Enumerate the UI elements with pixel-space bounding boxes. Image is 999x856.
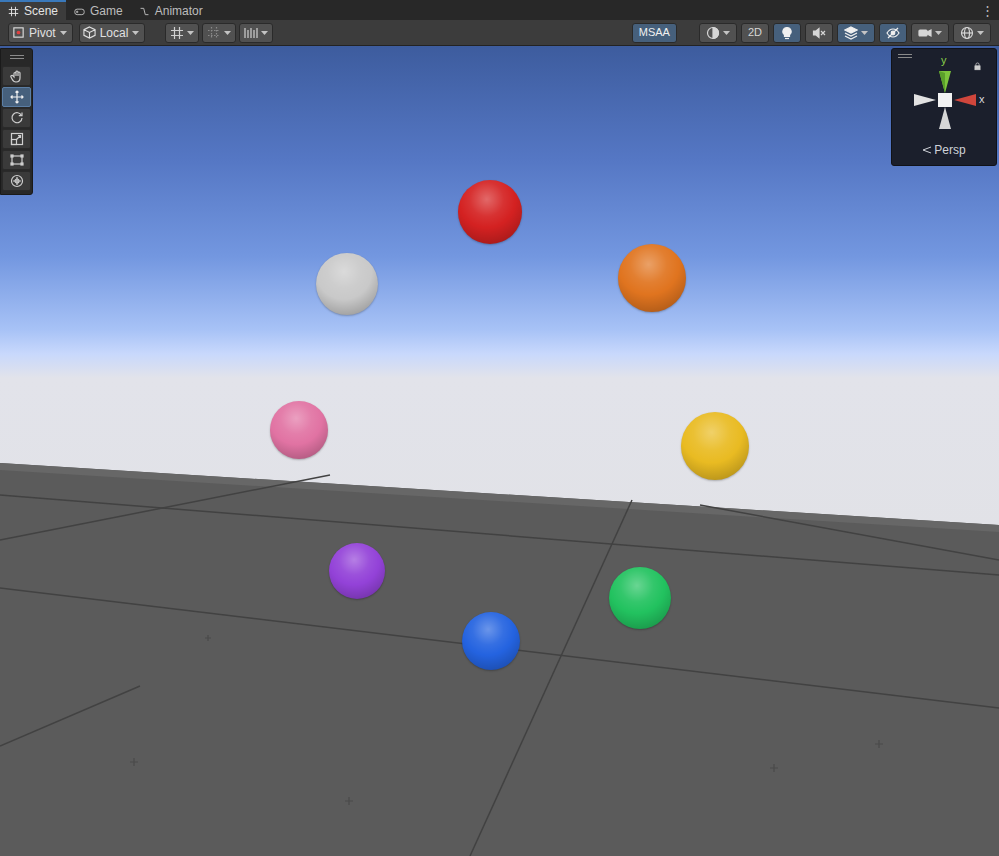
tab[interactable]: Scene <box>0 0 66 20</box>
game-icon <box>74 6 85 17</box>
orientation-gizmo[interactable]: y x Persp <box>891 48 997 166</box>
scale-icon <box>10 132 24 146</box>
shading-icon <box>706 26 720 40</box>
grid-icon <box>170 26 184 40</box>
move-icon <box>10 90 24 104</box>
view-toggle-text[interactable]: 2D <box>741 23 769 43</box>
scene-toolbar: Pivot Local MSAA 2D <box>0 20 999 46</box>
handle-line <box>10 58 24 59</box>
x-axis-label: x <box>979 94 985 105</box>
perspective-icon <box>922 146 931 154</box>
y-axis-label: y <box>941 55 947 66</box>
sphere[interactable] <box>618 244 686 312</box>
caret-icon <box>935 31 942 35</box>
palette-handle[interactable] <box>1 49 32 65</box>
view-toggle[interactable] <box>911 23 949 43</box>
scene-icon <box>8 6 19 17</box>
tool-button[interactable] <box>2 66 31 86</box>
audio-icon <box>812 26 826 40</box>
increment-icon <box>207 26 221 40</box>
projection-label: Persp <box>934 144 965 156</box>
camera-icon <box>918 26 932 40</box>
pivot-icon <box>12 26 25 39</box>
tab-label: Game <box>90 5 123 17</box>
tab-bar: Scene Game Animator ⋮ <box>0 0 999 20</box>
snap-toggle[interactable] <box>202 23 236 43</box>
handle-line <box>10 55 24 56</box>
caret-icon <box>132 31 139 35</box>
sphere[interactable] <box>462 612 520 670</box>
pivot-dropdown-label: Pivot <box>29 27 56 39</box>
view-toggle-text[interactable]: MSAA <box>632 23 677 43</box>
view-toggle[interactable] <box>699 23 737 43</box>
cube-icon <box>83 26 96 39</box>
pivot-dropdown[interactable]: Pivot <box>8 23 73 43</box>
caret-icon <box>60 31 67 35</box>
space-dropdown-label: Local <box>100 27 129 39</box>
window-menu-glyph: ⋮ <box>981 4 994 17</box>
view-toggle[interactable] <box>805 23 833 43</box>
tool-button[interactable] <box>2 129 31 149</box>
tool-button[interactable] <box>2 108 31 128</box>
ruler-icon <box>244 26 258 40</box>
tool-palette <box>0 48 33 195</box>
view-toggle-label: MSAA <box>639 27 670 38</box>
floor-plane <box>0 46 999 856</box>
sphere[interactable] <box>316 253 378 315</box>
lock-icon <box>973 62 982 71</box>
tab[interactable]: Game <box>66 0 131 20</box>
projection-toggle[interactable]: Persp <box>892 144 996 156</box>
window-menu-button[interactable]: ⋮ <box>975 0 999 20</box>
lock-button[interactable] <box>973 62 982 71</box>
space-dropdown[interactable]: Local <box>79 23 146 43</box>
lighting-icon <box>780 26 794 40</box>
sphere[interactable] <box>609 567 671 629</box>
visibility-icon <box>886 26 900 40</box>
caret-icon <box>187 31 194 35</box>
tool-button[interactable] <box>2 87 31 107</box>
rect-icon <box>10 153 24 167</box>
rotate-icon <box>10 111 24 125</box>
hand-icon <box>10 69 24 83</box>
tab-label: Animator <box>155 5 203 17</box>
effects-icon <box>844 26 858 40</box>
caret-icon <box>861 31 868 35</box>
tool-button[interactable] <box>2 150 31 170</box>
caret-icon <box>261 31 268 35</box>
caret-icon <box>977 31 984 35</box>
snap-toggle[interactable] <box>239 23 273 43</box>
animator-icon <box>139 6 150 17</box>
sphere[interactable] <box>458 180 522 244</box>
toolbar-left: Pivot Local <box>8 23 273 43</box>
view-toggle[interactable] <box>953 23 991 43</box>
view-toggle-label: 2D <box>748 27 762 38</box>
view-toggle[interactable] <box>773 23 801 43</box>
tab[interactable]: Animator <box>131 0 211 20</box>
snap-group <box>165 23 273 43</box>
toolbar-right: MSAA 2D <box>632 23 991 43</box>
caret-icon <box>723 31 730 35</box>
snap-toggle[interactable] <box>165 23 199 43</box>
gizmo-handle[interactable] <box>898 54 912 58</box>
tab-label: Scene <box>24 5 58 17</box>
sphere[interactable] <box>270 401 328 459</box>
view-toggle[interactable] <box>837 23 875 43</box>
transform-icon <box>10 174 24 188</box>
sphere[interactable] <box>329 543 385 599</box>
scene-viewport[interactable]: y x Persp <box>0 46 999 856</box>
tool-button[interactable] <box>2 171 31 191</box>
handle-line <box>898 54 912 55</box>
tab-bar-filler <box>211 0 975 20</box>
handle-line <box>898 57 912 58</box>
caret-icon <box>224 31 231 35</box>
view-toggle[interactable] <box>879 23 907 43</box>
sphere[interactable] <box>681 412 749 480</box>
gizmos-icon <box>960 26 974 40</box>
